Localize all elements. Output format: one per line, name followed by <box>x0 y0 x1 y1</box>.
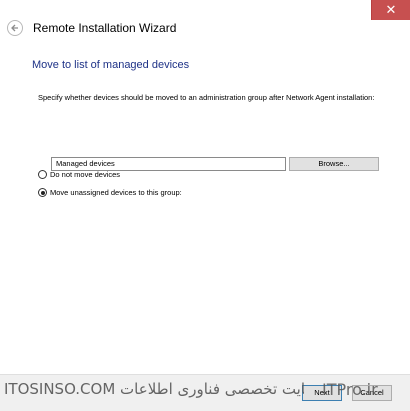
watermark-site: ITPro.ir <box>322 380 378 399</box>
option-label: Do not move devices <box>50 170 121 179</box>
title-bar: Remote Installation Wizard ✕ <box>0 0 410 48</box>
instruction-text: Specify whether devices should be moved … <box>38 93 375 102</box>
wizard-window: Remote Installation Wizard ✕ Move to lis… <box>0 0 410 411</box>
back-button[interactable] <box>7 20 23 36</box>
group-field[interactable]: Managed devices <box>51 157 286 171</box>
radio-move-unassigned[interactable] <box>38 188 47 197</box>
option-label: Move unassigned devices to this group: <box>50 188 182 197</box>
page-title: Move to list of managed devices <box>32 59 190 71</box>
wizard-content: Move to list of managed devices Specify … <box>0 48 410 374</box>
watermark-text: ITOSINSO.COM وب سایت تخصصی فناوری اطلاعا… <box>4 380 304 398</box>
browse-button[interactable]: Browse... <box>289 157 379 171</box>
radio-do-not-move[interactable] <box>38 170 47 179</box>
back-arrow-icon <box>11 24 18 32</box>
close-button[interactable]: ✕ <box>371 0 410 20</box>
close-icon: ✕ <box>385 2 397 17</box>
window-title: Remote Installation Wizard <box>33 21 177 35</box>
